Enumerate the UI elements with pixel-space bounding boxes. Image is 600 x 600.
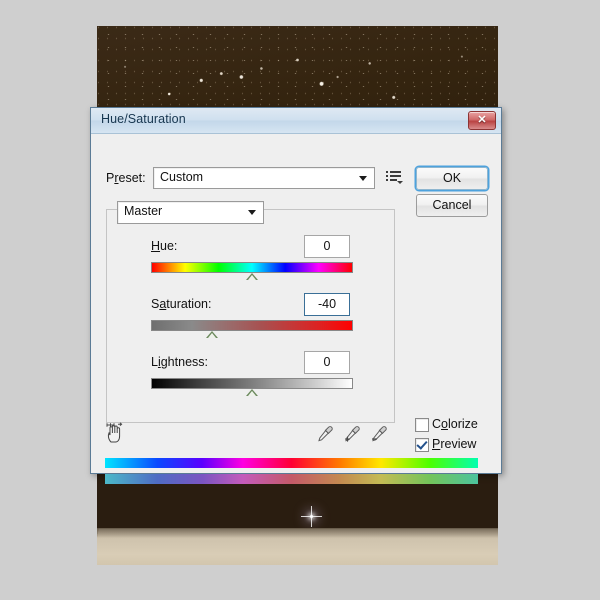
saturation-slider-track[interactable] — [151, 320, 353, 331]
preset-value: Custom — [160, 170, 204, 184]
hue-label-mnemonic: H — [151, 239, 161, 253]
preview-label-suffix: review — [440, 437, 477, 451]
preview-label: Preview — [432, 437, 476, 451]
lightness-input[interactable]: 0 — [304, 351, 350, 374]
lightness-label-prefix: L — [151, 355, 158, 369]
eyedropper-icon[interactable] — [316, 425, 334, 443]
cancel-button[interactable]: Cancel — [416, 194, 488, 217]
preset-options-icon[interactable] — [386, 170, 403, 185]
colorize-checkbox-box[interactable] — [415, 418, 429, 432]
ok-button[interactable]: OK — [416, 167, 488, 190]
colorize-label-mnemonic: o — [441, 417, 448, 431]
hand-icon[interactable] — [105, 422, 127, 444]
close-glyph: ✕ — [477, 114, 487, 126]
saturation-label: Saturation: — [151, 297, 211, 311]
close-icon[interactable]: ✕ — [468, 111, 496, 130]
bright-star — [301, 506, 322, 527]
lightness-label: Lightness: — [151, 355, 208, 369]
saturation-label-suffix: turation: — [166, 297, 212, 311]
chevron-down-icon — [359, 176, 367, 181]
hue-input[interactable]: 0 — [304, 235, 350, 258]
hue-saturation-dialog: Hue/Saturation ✕ Preset: Custom OK Cance… — [90, 107, 502, 484]
preset-dropdown[interactable]: Custom — [153, 167, 375, 189]
hue-label-suffix: ue: — [160, 239, 178, 253]
lightness-slider-track[interactable] — [151, 378, 353, 389]
eyedropper-add-icon[interactable] — [343, 425, 361, 443]
colorize-label-suffix: lorize — [447, 417, 478, 431]
screen: Hue/Saturation ✕ Preset: Custom OK Cance… — [0, 0, 600, 600]
badlands-terrain — [97, 528, 498, 565]
saturation-input[interactable]: -40 — [304, 293, 350, 316]
original-hue-spectrum — [105, 458, 478, 468]
lightness-label-suffix: ghtness: — [160, 355, 208, 369]
saturation-slider-marker[interactable] — [206, 331, 218, 338]
preset-label-suffix: eset: — [118, 171, 146, 185]
hue-slider-marker[interactable] — [246, 273, 258, 280]
preview-checkbox-box[interactable] — [415, 438, 429, 452]
eyedropper-subtract-icon[interactable] — [370, 425, 388, 443]
dialog-titlebar[interactable]: Hue/Saturation ✕ — [91, 108, 501, 134]
channel-value: Master — [124, 204, 163, 218]
dialog-title: Hue/Saturation — [101, 112, 186, 126]
hue-label: Hue: — [151, 239, 177, 253]
hue-slider-track[interactable] — [151, 262, 353, 273]
colorize-label: Colorize — [432, 417, 478, 431]
chevron-down-icon — [248, 210, 256, 215]
preset-label: Preset: — [106, 171, 146, 185]
chevron-down-icon — [397, 181, 403, 184]
lightness-slider-marker[interactable] — [246, 389, 258, 396]
colorize-label-prefix: C — [432, 417, 442, 431]
channel-dropdown[interactable]: Master — [117, 201, 264, 224]
adjusted-hue-spectrum — [105, 474, 478, 484]
dialog-body: Preset: Custom OK Cancel Master Hue: 0 S… — [91, 134, 501, 484]
